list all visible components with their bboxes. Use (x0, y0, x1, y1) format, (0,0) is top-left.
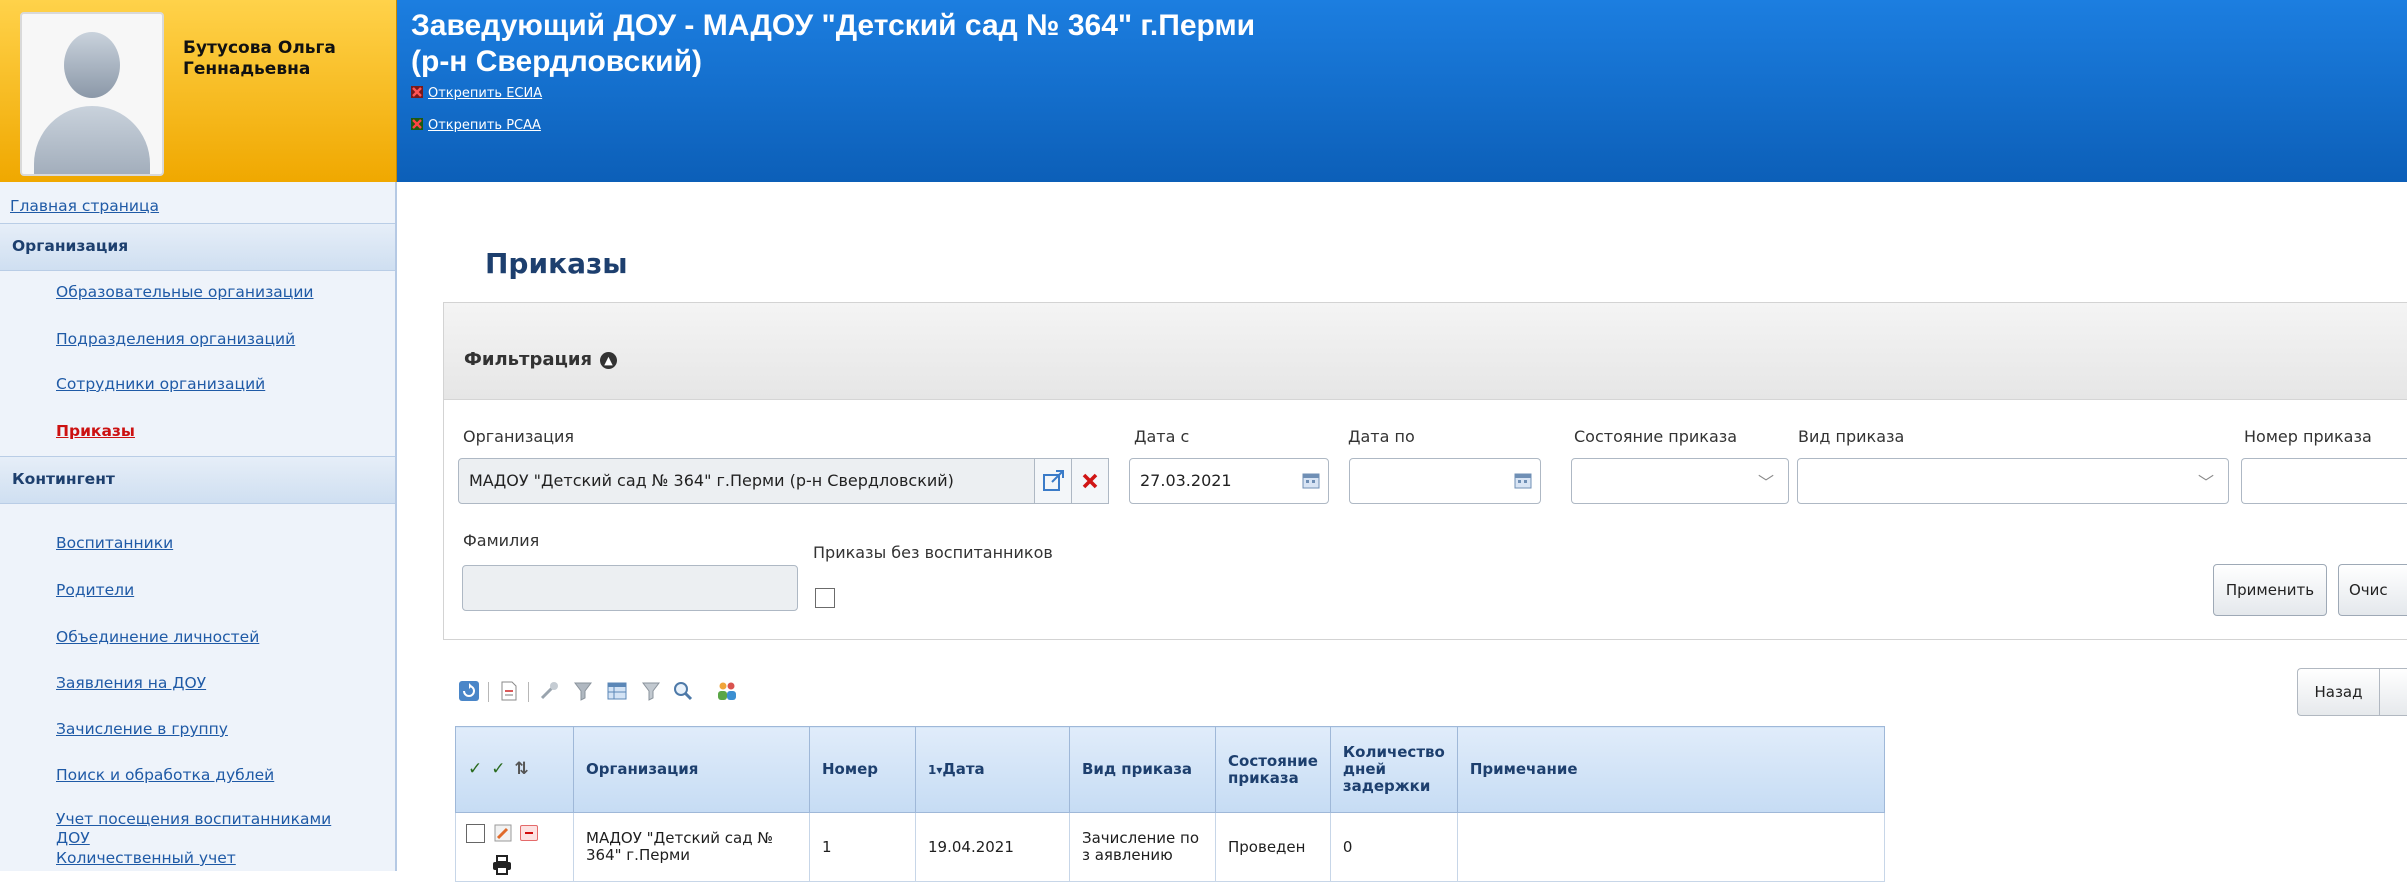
sidebar-item-enrollment[interactable]: Зачисление в группу (56, 720, 228, 738)
sidebar-section-contingent[interactable]: Контингент (0, 456, 395, 504)
date-from-label: Дата с (1134, 427, 1190, 446)
cell-order-type: Зачисление по з аявлению (1069, 812, 1216, 882)
sidebar-item-orders[interactable]: Приказы (56, 422, 135, 440)
filter-header[interactable]: Фильтрация ▲ (444, 303, 2407, 400)
no-pupils-checkbox[interactable] (815, 588, 835, 608)
row-actions-cell (455, 812, 574, 882)
sidebar-item-quantity[interactable]: Количественный учет (56, 849, 236, 867)
row-checkbox[interactable] (466, 824, 485, 843)
collapse-toggle-icon[interactable]: ▲ (600, 352, 618, 369)
order-number-input[interactable] (2241, 458, 2407, 504)
filter-title: Фильтрация (464, 349, 593, 370)
open-link-icon (1043, 470, 1064, 491)
refresh-icon[interactable] (458, 680, 480, 702)
column-header-note[interactable]: Примечание (1456, 726, 1886, 813)
date-to-input[interactable] (1349, 458, 1541, 504)
page-title: Приказы (485, 247, 628, 280)
column-header-order-type[interactable]: Вид приказа (1069, 726, 1216, 813)
sidebar-section-organization[interactable]: Организация (0, 223, 395, 271)
cell-organization: МАДОУ "Детский сад № 364" г.Перми (573, 812, 810, 882)
sort-icon[interactable]: ⇅ (515, 761, 529, 778)
cell-number: 1 (809, 812, 916, 882)
sidebar-item-applications[interactable]: Заявления на ДОУ (56, 674, 206, 692)
close-icon (1082, 473, 1098, 489)
cell-date: 19.04.2021 (915, 812, 1070, 882)
sidebar-item-pupils[interactable]: Воспитанники (56, 534, 173, 552)
surname-input[interactable] (462, 565, 798, 611)
order-number-label: Номер приказа (2244, 427, 2372, 446)
avatar (20, 12, 164, 176)
chevron-down-icon: ﹀ (1758, 473, 1775, 492)
sidebar: Главная страница Организация Образовател… (0, 182, 397, 871)
order-state-label: Состояние приказа (1574, 427, 1738, 446)
print-icon[interactable] (491, 854, 513, 876)
date-from-input[interactable]: 27.03.2021 (1129, 458, 1329, 504)
back-button[interactable]: Назад (2297, 668, 2379, 716)
chevron-down-icon: ﹀ (2198, 473, 2215, 492)
document-icon[interactable] (498, 680, 520, 702)
check-all-icon[interactable]: ✓ (468, 761, 482, 778)
surname-label: Фамилия (463, 531, 540, 550)
column-header-number[interactable]: Номер (809, 726, 916, 813)
sidebar-item-edu-orgs[interactable]: Образовательные организации (56, 283, 314, 301)
order-type-label: Вид приказа (1798, 427, 1905, 446)
wrench-icon[interactable] (538, 680, 560, 702)
check-all-icon[interactable]: ✓ (491, 761, 505, 778)
no-pupils-label: Приказы без воспитанников (813, 543, 1053, 562)
table-row[interactable]: МАДОУ "Детский сад № 364" г.Перми 1 19.0… (455, 812, 1886, 882)
table-icon[interactable] (606, 680, 628, 702)
sidebar-item-org-staff[interactable]: Сотрудники организаций (56, 375, 265, 393)
next-button[interactable] (2379, 668, 2407, 716)
calendar-icon[interactable] (1514, 471, 1532, 489)
unlink-icon (411, 86, 423, 98)
filter-icon[interactable] (640, 680, 662, 702)
users-icon[interactable] (716, 680, 738, 702)
column-header-organization[interactable]: Организация (573, 726, 810, 813)
clear-organization-button[interactable] (1071, 458, 1109, 504)
table-header-row: ✓ ✓ ⇅ Организация Номер 1▾Дата Вид приказа… (455, 726, 1886, 813)
apply-button[interactable]: Применить (2213, 564, 2327, 616)
sidebar-item-person-merge[interactable]: Объединение личностей (56, 628, 259, 646)
calendar-icon[interactable] (1302, 471, 1320, 489)
unlink-rsaa-link[interactable]: Открепить РСАА (411, 118, 541, 133)
delete-icon[interactable] (520, 825, 538, 841)
unlink-esia-link[interactable]: Открепить ЕСИА (411, 86, 542, 101)
order-type-select[interactable]: ﹀ (1797, 458, 2229, 504)
orders-table: ✓ ✓ ⇅ Организация Номер 1▾Дата Вид приказа… (455, 726, 1886, 882)
cell-note (1456, 812, 1886, 882)
cell-delay-days: 0 (1329, 812, 1458, 882)
edit-icon[interactable] (494, 824, 512, 842)
column-header-state[interactable]: Состояние приказа (1215, 726, 1331, 813)
order-state-select[interactable]: ﹀ (1571, 458, 1789, 504)
unlink-icon (411, 118, 423, 130)
sidebar-item-org-units[interactable]: Подразделения организаций (56, 330, 295, 348)
open-organization-button[interactable] (1034, 458, 1072, 504)
organization-field[interactable]: МАДОУ "Детский сад № 364" г.Перми (р-н С… (458, 458, 1050, 504)
sidebar-item-parents[interactable]: Родители (56, 581, 134, 599)
sort-indicator: 1▾ (928, 762, 943, 777)
user-name: Бутусова Ольга Геннадьевна (183, 38, 336, 79)
sidebar-item-attendance[interactable]: Учет посещения воспитанниками ДОУ (56, 810, 356, 848)
search-icon[interactable] (672, 680, 694, 702)
user-profile-panel: Бутусова Ольга Геннадьевна (0, 0, 397, 182)
sidebar-item-duplicates[interactable]: Поиск и обработка дублей (56, 766, 274, 784)
column-header-date[interactable]: 1▾Дата (915, 726, 1070, 813)
sidebar-item-home[interactable]: Главная страница (10, 197, 159, 215)
column-header-delay-days[interactable]: Количество дней задержки (1329, 726, 1458, 813)
header-title: Заведующий ДОУ - МАДОУ "Детский сад № 36… (411, 9, 1256, 78)
organization-label: Организация (463, 427, 575, 446)
clear-button[interactable]: Очис (2338, 564, 2407, 616)
select-column-header[interactable]: ✓ ✓ ⇅ (455, 726, 574, 813)
cell-state: Проведен (1215, 812, 1331, 882)
filter-icon[interactable] (572, 680, 594, 702)
filter-panel: Фильтрация ▲ Организация Дата с Дата по С… (443, 302, 2407, 640)
date-to-label: Дата по (1348, 427, 1415, 446)
header-banner: Заведующий ДОУ - МАДОУ "Детский сад № 36… (397, 0, 2407, 182)
